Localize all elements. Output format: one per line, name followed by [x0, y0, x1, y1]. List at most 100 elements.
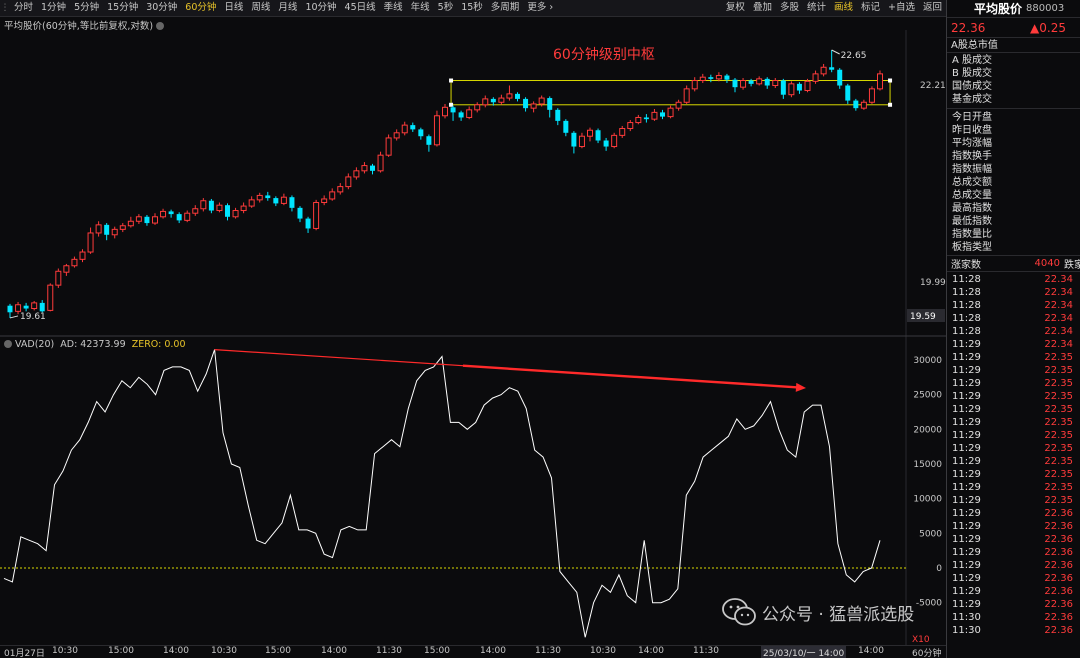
tool-button-0[interactable]: 复权: [722, 0, 749, 16]
tick-row: 11:29 22.35: [947, 377, 1080, 390]
tick-price: 22.36: [1044, 521, 1073, 532]
tool-button-2[interactable]: 多股: [776, 0, 803, 16]
zhongshu-annotation: 60分钟级别中枢: [553, 46, 655, 63]
candle-body: [47, 284, 54, 311]
tick-time: 11:28: [952, 313, 981, 324]
period-tab-9[interactable]: 10分钟: [301, 0, 340, 16]
candle: [426, 134, 432, 152]
high-pointer: [831, 49, 840, 55]
index-stat-item: 指数量比: [952, 229, 992, 240]
tool-button-7[interactable]: 返回: [919, 0, 946, 16]
tick-row: 11:29 22.36: [947, 507, 1080, 520]
tool-button-1[interactable]: 叠加: [749, 0, 776, 16]
candlestick-series: [7, 50, 883, 318]
index-name[interactable]: 平均股价: [974, 0, 1022, 17]
tick-row: 11:29 22.36: [947, 546, 1080, 559]
index-stat-item: 昨日收盘: [952, 125, 992, 136]
tick-list[interactable]: 11:28 22.34 11:28 22.34 11:28 22.34 11:28 22.34…: [947, 272, 1080, 637]
price-change: ▲0.25: [1030, 20, 1066, 35]
price-labels: 22.65 19.61: [9, 49, 866, 322]
candle: [506, 85, 513, 101]
candle: [55, 268, 62, 288]
candle-body: [7, 305, 13, 313]
tick-price: 22.35: [1044, 430, 1073, 441]
chart-canvas[interactable]: 22.21 19.99 19.59 60分钟级别中枢 22.65 19.61 3000…: [0, 30, 946, 645]
candle: [796, 82, 802, 94]
period-tab-16[interactable]: 更多 ›: [523, 0, 557, 16]
candle-body: [515, 93, 520, 99]
candle: [47, 283, 54, 312]
tick-price: 22.35: [1044, 495, 1073, 506]
period-tab-2[interactable]: 5分钟: [70, 0, 103, 16]
candle: [127, 216, 134, 228]
tool-button-4[interactable]: 画线: [830, 0, 857, 16]
period-tab-12[interactable]: 年线: [407, 0, 434, 16]
period-tab-11[interactable]: 季线: [380, 0, 407, 16]
candle: [79, 249, 86, 263]
tick-row: 11:28 22.34: [947, 325, 1080, 338]
time-label: 10:30: [211, 646, 237, 656]
low-pointer: [9, 315, 19, 319]
candle-body: [458, 112, 464, 118]
candle-body: [474, 104, 481, 111]
candle-body: [313, 202, 320, 229]
candle-body: [289, 197, 295, 208]
candle: [248, 196, 255, 208]
period-tab-5[interactable]: 60分钟: [181, 0, 220, 16]
period-tab-6[interactable]: 日线: [220, 0, 247, 16]
tick-price: 22.36: [1044, 547, 1073, 558]
time-label: 01月27日: [4, 649, 45, 658]
indicator-settings-icon[interactable]: [4, 340, 12, 348]
period-tab-3[interactable]: 15分钟: [103, 0, 142, 16]
period-tab-14[interactable]: 15秒: [457, 0, 487, 16]
time-label: 15:00: [424, 646, 450, 656]
period-tab-4[interactable]: 30分钟: [142, 0, 181, 16]
zhongshu-handle: [888, 78, 893, 83]
tool-button-5[interactable]: 标记: [857, 0, 884, 16]
tick-row: 11:29 22.35: [947, 455, 1080, 468]
index-stat-item: 总成交额: [952, 177, 992, 188]
tick-price: 22.36: [1044, 612, 1073, 623]
tick-time: 11:29: [952, 443, 981, 454]
time-label: 14:00: [163, 646, 189, 656]
tick-time: 11:29: [952, 404, 981, 415]
candle: [176, 212, 182, 224]
candle-body: [63, 265, 70, 273]
tool-button-3[interactable]: 统计: [803, 0, 830, 16]
time-label: 10:30: [52, 646, 78, 656]
tick-row: 11:29 22.35: [947, 442, 1080, 455]
candle: [265, 191, 271, 201]
chart-grid: [0, 30, 946, 645]
chart-settings-icon[interactable]: [156, 22, 165, 30]
period-tab-8[interactable]: 月线: [274, 0, 301, 16]
tick-price: 22.34: [1044, 326, 1073, 337]
tick-row: 11:29 22.36: [947, 533, 1080, 546]
candle: [563, 119, 569, 137]
tool-button-6[interactable]: +自选: [884, 0, 919, 16]
period-tab-0[interactable]: 分时: [10, 0, 37, 16]
divergence-arrow[interactable]: [214, 349, 806, 392]
time-axis: 01月27日 10:30 15:00 14:00 10:30 15:00 14:00 11:3…: [0, 645, 946, 658]
period-tab-13[interactable]: 5秒: [434, 0, 458, 16]
period-tab-7[interactable]: 周线: [247, 0, 274, 16]
candle: [418, 127, 424, 140]
candle: [370, 163, 375, 175]
chart-tool-buttons: 复权 叠加 多股 统计 画线 标记 +自选 返回: [722, 0, 946, 16]
period-tab-15[interactable]: 多周期: [487, 0, 524, 16]
vad-ad-value: AD: 42373.99: [60, 339, 126, 350]
candle: [691, 77, 698, 92]
tick-time: 11:29: [952, 339, 981, 350]
toolbar-grip-icon[interactable]: ⋮: [0, 3, 10, 13]
period-tab-1[interactable]: 1分钟: [37, 0, 70, 16]
candle: [788, 81, 795, 98]
period-tab-10[interactable]: 45日线: [341, 0, 380, 16]
quote-header: 平均股价 880003: [947, 0, 1080, 18]
candle-body: [643, 117, 649, 120]
candle-body: [820, 66, 827, 75]
candle: [627, 120, 634, 132]
tick-row: 11:29 22.35: [947, 416, 1080, 429]
vad-zero-value: ZERO: 0.00: [131, 339, 186, 350]
candle: [724, 73, 730, 84]
candle-body: [401, 124, 408, 134]
tick-time: 11:29: [952, 547, 981, 558]
